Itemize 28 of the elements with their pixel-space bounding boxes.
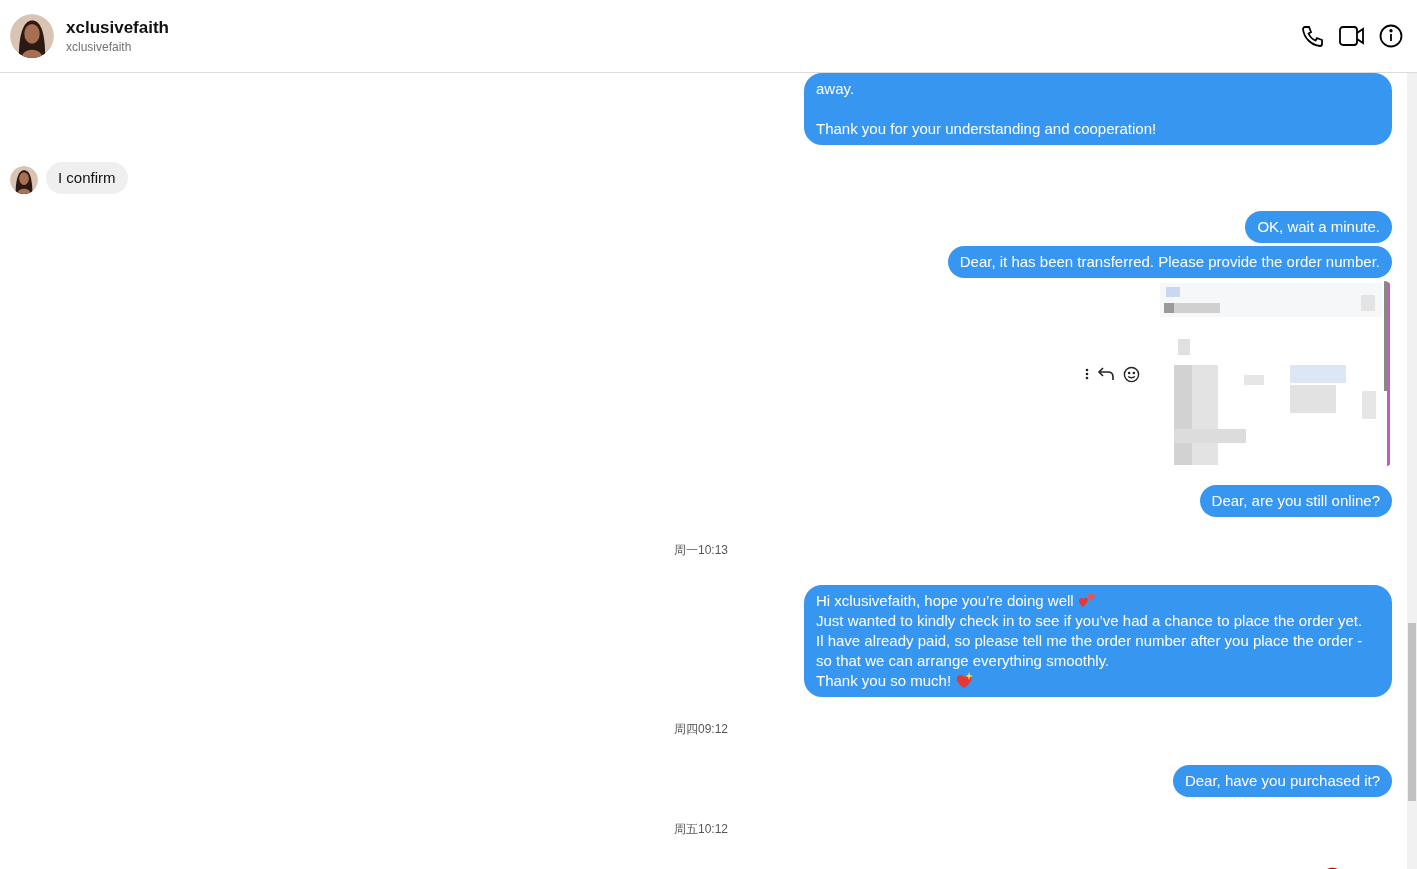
message-text: Dear, it has been transferred. Please provide the order number. [959, 252, 1380, 272]
timestamp: 周五10:12 [674, 821, 728, 838]
message-text: Thank you for your understanding and cooperation! [816, 119, 1158, 139]
message-text: Il have already paid, so please tell me the order number after you place the order - [816, 632, 1363, 649]
sparkling-heart-icon [955, 672, 974, 689]
avatar [10, 14, 54, 58]
message-text: Just wanted to kindly check in to see if you’ve had a chance to place the order yet. [816, 612, 1363, 629]
message-text: OK, wait a minute. [1257, 217, 1380, 237]
info-icon[interactable] [1379, 24, 1403, 48]
message-text: so that we can arrange everything smoothly. [816, 652, 1110, 669]
more-icon[interactable] [1085, 368, 1089, 380]
video-call-icon[interactable] [1339, 25, 1365, 47]
message-text: Hi xclusivefaith, hope you’re doing well [816, 592, 1074, 609]
timestamp: 周一10:13 [674, 542, 728, 559]
message-text: Dear, are you still online? [1211, 491, 1380, 511]
reply-icon[interactable] [1097, 366, 1115, 382]
hearts-icon [1077, 592, 1096, 608]
message-text: away. [816, 79, 856, 99]
message-text: I confirm [58, 168, 116, 188]
contact-username: xclusivefaith [66, 39, 133, 55]
avatar [10, 166, 38, 194]
message-text: Dear, have you purchased it? [1184, 771, 1380, 791]
emoji-icon[interactable] [1123, 365, 1140, 383]
contact-name: xclusivefaith [66, 17, 169, 39]
timestamp: 周四09:12 [674, 721, 728, 738]
message-text: Thank you so much! [816, 672, 952, 689]
phone-icon[interactable] [1301, 24, 1325, 48]
scrollbar[interactable] [1407, 73, 1417, 869]
